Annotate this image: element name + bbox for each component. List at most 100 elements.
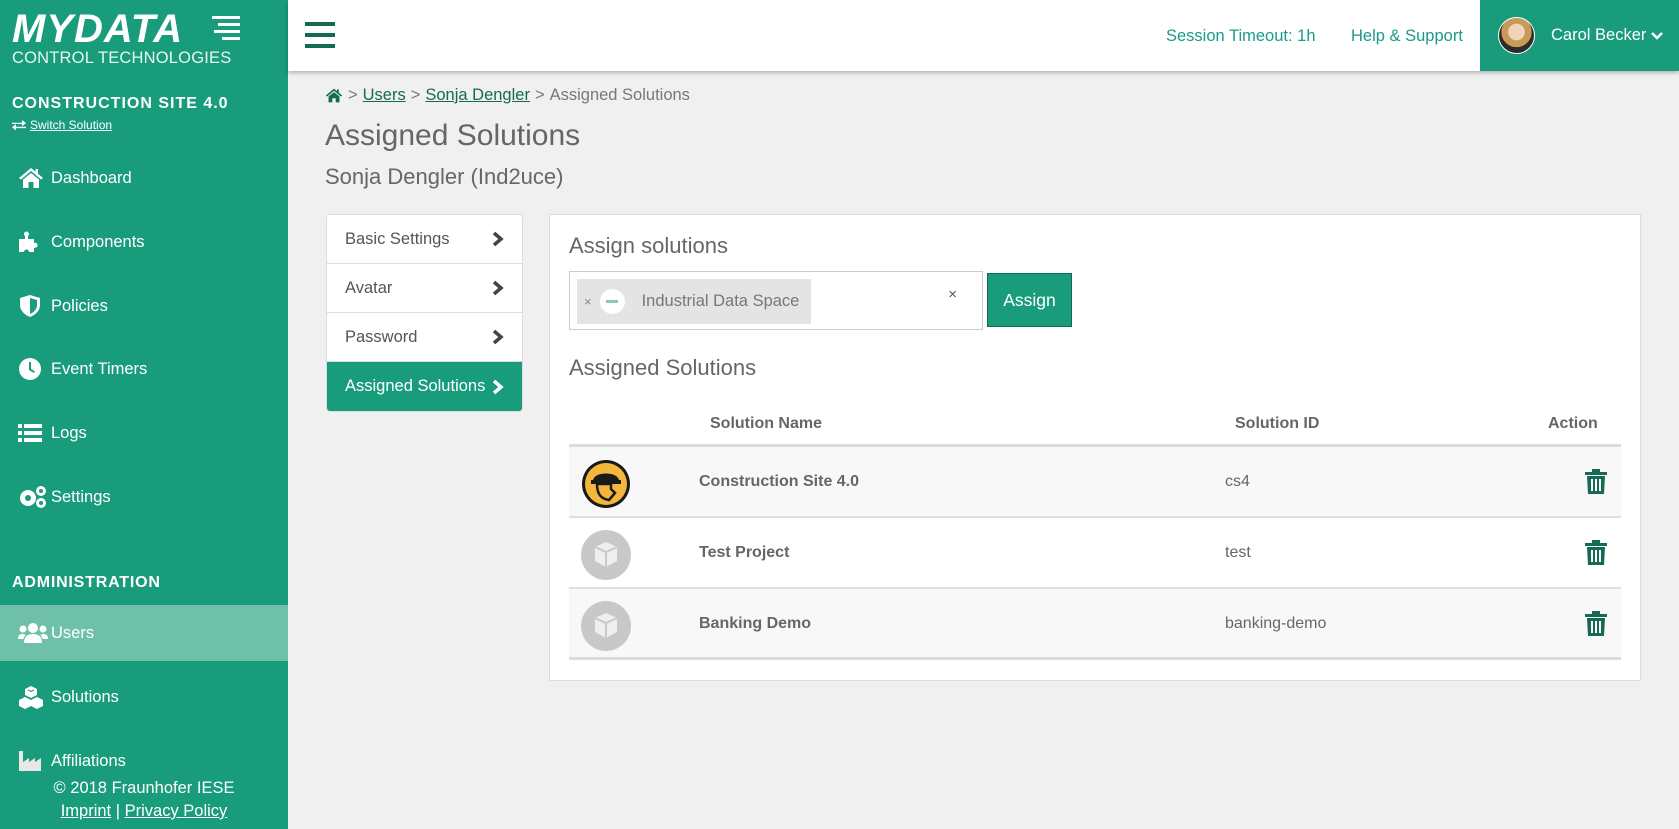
- assigned-solutions-panel: Assign solutions × Industrial Data Space…: [549, 214, 1641, 681]
- gears-icon: [18, 486, 51, 508]
- solution-name: Test Project: [699, 544, 790, 561]
- solution-id: banking-demo: [1225, 615, 1327, 632]
- user-settings-menu: Basic Settings Avatar Password Assigned …: [326, 214, 523, 412]
- trash-icon[interactable]: [1585, 469, 1607, 495]
- selected-solution-label: Industrial Data Space: [641, 292, 800, 310]
- current-solution-title: CONSTRUCTION SITE 4.0: [12, 95, 229, 112]
- top-bar: Session Timeout: 1h Help & Support Carol…: [288, 0, 1679, 71]
- sidebar-item-settings[interactable]: Settings: [0, 469, 288, 525]
- column-solution-name: Solution Name: [710, 415, 823, 432]
- sidebar-item-label: Event Timers: [51, 359, 148, 378]
- hamburger-menu-icon[interactable]: [305, 22, 335, 48]
- users-icon: [18, 622, 51, 644]
- table-row: Construction Site 4.0 cs4: [569, 447, 1621, 518]
- tab-label: Basic Settings: [345, 229, 450, 248]
- exchange-icon: [12, 119, 26, 130]
- sidebar-item-label: Logs: [51, 423, 87, 442]
- sidebar-item-label: Solutions: [51, 687, 119, 706]
- breadcrumb-separator: >: [348, 86, 358, 104]
- session-timeout: Session Timeout: 1h: [1166, 27, 1316, 45]
- assign-button[interactable]: Assign: [987, 273, 1072, 327]
- sidebar-item-components[interactable]: Components: [0, 214, 288, 270]
- assigned-solutions-heading: Assigned Solutions: [569, 355, 757, 380]
- user-name: Carol Becker: [1551, 26, 1647, 44]
- sidebar-item-label: Affiliations: [51, 751, 126, 770]
- cube-placeholder-icon: [581, 601, 631, 651]
- breadcrumb: > Users > Sonja Dengler > Assigned Solut…: [325, 86, 690, 105]
- logo-main-text: MYDATA: [12, 7, 184, 51]
- breadcrumb-current: Assigned Solutions: [549, 86, 690, 104]
- selected-solution-tag: × Industrial Data Space: [577, 279, 811, 324]
- tab-password[interactable]: Password: [327, 313, 522, 362]
- industrial-data-space-logo: [599, 289, 625, 314]
- breadcrumb-users[interactable]: Users: [363, 86, 406, 105]
- trash-icon[interactable]: [1585, 611, 1607, 637]
- home-icon: [18, 167, 51, 189]
- trash-icon[interactable]: [1585, 540, 1607, 566]
- cubes-icon: [18, 686, 51, 709]
- tab-basic-settings[interactable]: Basic Settings: [327, 215, 522, 264]
- home-icon[interactable]: [325, 88, 343, 103]
- copyright-text: © 2018 Fraunhofer IESE: [53, 779, 235, 797]
- sidebar-item-label: Dashboard: [51, 168, 132, 187]
- clear-selection-icon[interactable]: ×: [948, 286, 957, 303]
- help-support-link[interactable]: Help & Support: [1351, 27, 1463, 46]
- cube-placeholder-icon: [581, 530, 631, 580]
- breadcrumb-person[interactable]: Sonja Dengler: [425, 86, 530, 105]
- chevron-down-icon: [1651, 31, 1664, 40]
- breadcrumb-separator: >: [534, 86, 545, 104]
- assigned-solutions-table: Solution Name Solution ID Action Constru…: [569, 401, 1621, 660]
- puzzle-icon: [18, 231, 51, 253]
- table-header: Solution Name Solution ID Action: [569, 401, 1621, 447]
- tab-label: Password: [345, 327, 418, 346]
- sidebar-item-logs[interactable]: Logs: [0, 405, 288, 461]
- sidebar-item-solutions[interactable]: Solutions: [0, 669, 288, 725]
- column-solution-id: Solution ID: [1235, 415, 1320, 432]
- industry-icon: [18, 750, 51, 772]
- tab-label: Avatar: [345, 278, 393, 297]
- table-row: Banking Demo banking-demo: [569, 589, 1621, 660]
- construction-worker-logo: [581, 459, 631, 509]
- page-title: Assigned Solutions: [325, 119, 581, 152]
- tab-avatar[interactable]: Avatar: [327, 264, 522, 313]
- table-row: Test Project test: [569, 518, 1621, 589]
- sidebar-item-label: Policies: [51, 296, 108, 315]
- assign-solutions-heading: Assign solutions: [569, 233, 728, 258]
- clock-icon: [18, 358, 51, 380]
- administration-heading: ADMINISTRATION: [12, 574, 161, 591]
- switch-solution-link[interactable]: Switch Solution: [12, 118, 112, 132]
- solution-name: Banking Demo: [699, 615, 812, 632]
- sidebar-item-users[interactable]: Users: [0, 605, 288, 661]
- user-avatar: [1498, 17, 1535, 54]
- chevron-right-icon: [492, 379, 504, 394]
- breadcrumb-separator: >: [410, 86, 421, 104]
- sidebar-item-label: Settings: [51, 487, 111, 506]
- page-subtitle: Sonja Dengler (Ind2uce): [325, 164, 564, 189]
- shield-icon: [18, 295, 51, 317]
- solution-id: test: [1225, 544, 1251, 561]
- tab-assigned-solutions[interactable]: Assigned Solutions: [327, 362, 522, 411]
- user-menu[interactable]: Carol Becker: [1480, 0, 1679, 71]
- sidebar-item-policies[interactable]: Policies: [0, 278, 288, 334]
- solution-select-input[interactable]: × Industrial Data Space ×: [569, 271, 983, 330]
- footer-separator: |: [115, 802, 121, 820]
- sidebar-footer: © 2018 Fraunhofer IESE Imprint | Privacy…: [0, 777, 288, 823]
- sidebar-item-dashboard[interactable]: Dashboard: [0, 150, 288, 206]
- tab-label: Assigned Solutions: [345, 377, 486, 395]
- remove-tag-icon[interactable]: ×: [584, 294, 592, 309]
- logo-sub-text: CONTROL TECHNOLOGIES: [12, 49, 232, 67]
- solution-id: cs4: [1225, 473, 1250, 490]
- solution-name: Construction Site 4.0: [699, 473, 860, 490]
- sidebar-item-label: Components: [51, 232, 145, 251]
- sidebar-item-event-timers[interactable]: Event Timers: [0, 341, 288, 397]
- mydata-logo[interactable]: MYDATA CONTROL TECHNOLOGIES: [12, 7, 242, 68]
- chevron-right-icon: [492, 329, 504, 345]
- imprint-link[interactable]: Imprint: [61, 802, 111, 820]
- sidebar: MYDATA CONTROL TECHNOLOGIES CONSTRUCTION…: [0, 0, 288, 829]
- sidebar-item-label: Users: [51, 623, 95, 642]
- column-action: Action: [1548, 415, 1598, 432]
- switch-solution-label[interactable]: Switch Solution: [30, 118, 112, 132]
- privacy-policy-link[interactable]: Privacy Policy: [125, 802, 228, 820]
- chevron-right-icon: [492, 231, 504, 247]
- list-icon: [18, 422, 51, 444]
